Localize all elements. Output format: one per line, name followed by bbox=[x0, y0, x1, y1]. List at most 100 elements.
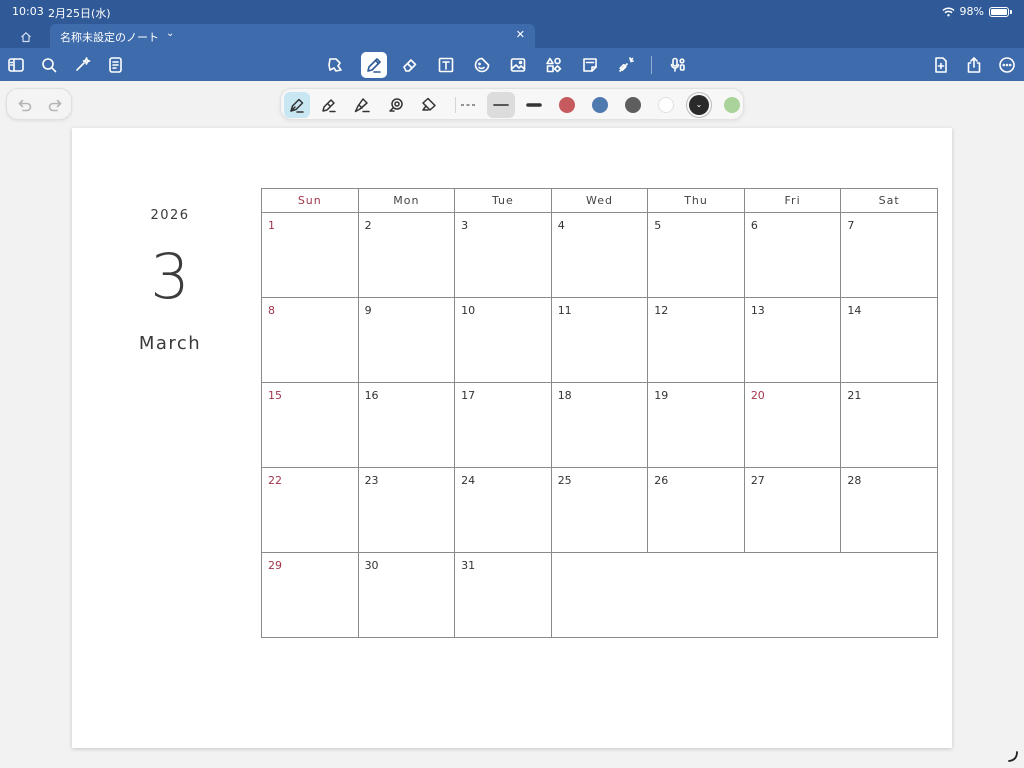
redo-button[interactable] bbox=[45, 95, 65, 115]
battery-tip bbox=[1010, 9, 1012, 14]
ballpoint-pen-tool[interactable] bbox=[316, 92, 342, 118]
color-swatch-red[interactable] bbox=[559, 97, 575, 113]
week-row: 1 2 3 4 5 6 7 bbox=[261, 212, 938, 298]
more-button[interactable] bbox=[994, 52, 1020, 78]
calendar-year: 2026 bbox=[150, 208, 190, 223]
day-cell: 21 bbox=[840, 382, 938, 468]
day-cell: 18 bbox=[550, 382, 649, 468]
calendar-month-number: 3 bbox=[150, 240, 190, 313]
thin-line-option[interactable] bbox=[487, 92, 515, 118]
ai-assist-button[interactable] bbox=[70, 52, 96, 78]
color-swatch-white[interactable] bbox=[658, 97, 674, 113]
undo-button[interactable] bbox=[15, 95, 35, 115]
document-tab-title: 名称未設定のノート bbox=[60, 31, 159, 44]
sidebar-icon bbox=[8, 58, 24, 72]
day-cell: 23 bbox=[357, 467, 456, 553]
week-row: 29 30 31 bbox=[261, 552, 939, 638]
notebook-page[interactable]: 2026 3 March Sun Mon Tue Wed Thu Fri Sat… bbox=[72, 128, 952, 748]
weekday-header: Mon bbox=[357, 188, 456, 213]
weekday-header: Sat bbox=[840, 188, 938, 213]
ballpoint-pen-icon bbox=[322, 99, 336, 113]
search-button[interactable] bbox=[36, 52, 62, 78]
textbox-icon bbox=[438, 57, 454, 73]
eraser-button[interactable] bbox=[397, 52, 423, 78]
thin-line-icon bbox=[493, 104, 509, 106]
brush-pen-icon bbox=[354, 98, 370, 113]
day-cell: 19 bbox=[647, 382, 745, 468]
pen-button[interactable] bbox=[361, 52, 387, 78]
day-cell: 2 bbox=[357, 212, 456, 298]
laser-pointer-icon bbox=[619, 57, 634, 72]
lasso-icon bbox=[328, 58, 342, 72]
day-cell: 13 bbox=[743, 297, 842, 383]
day-cell: 11 bbox=[550, 297, 649, 383]
audio-record-button[interactable] bbox=[660, 52, 698, 78]
weekday-header: Thu bbox=[647, 188, 745, 213]
textbox-button[interactable] bbox=[433, 52, 459, 78]
search-icon bbox=[42, 58, 57, 73]
chevron-down-icon: ⌄ bbox=[695, 100, 703, 109]
calendar-month-name: March bbox=[138, 333, 202, 354]
home-tab[interactable] bbox=[12, 28, 40, 46]
share-button[interactable] bbox=[961, 52, 987, 78]
color-swatch-blue[interactable] bbox=[592, 97, 608, 113]
day-cell: 10 bbox=[454, 297, 552, 383]
doc-list-icon bbox=[109, 57, 122, 73]
sticky-note-button[interactable] bbox=[577, 52, 603, 78]
tape-tool[interactable] bbox=[416, 92, 442, 118]
pen-icon bbox=[367, 58, 381, 73]
mic-icon bbox=[670, 57, 685, 72]
add-page-button[interactable] bbox=[928, 52, 954, 78]
laser-pointer-button[interactable] bbox=[613, 52, 639, 78]
week-row: 22 23 24 25 26 27 28 bbox=[261, 467, 938, 553]
sticker-button[interactable] bbox=[469, 52, 495, 78]
day-cell: 7 bbox=[840, 212, 938, 298]
lasso-button[interactable] bbox=[322, 52, 348, 78]
weekday-header: Wed bbox=[550, 188, 649, 213]
brush-pen-tool[interactable] bbox=[349, 92, 375, 118]
day-cell: 30 bbox=[357, 552, 456, 638]
day-cell: 15 bbox=[261, 382, 359, 468]
day-cell: 29 bbox=[261, 552, 359, 638]
document-tab[interactable]: 名称未設定のノート ⌄ ✕ bbox=[50, 24, 535, 48]
day-cell: 6 bbox=[743, 212, 842, 298]
status-time: 10:03 bbox=[12, 5, 44, 18]
fountain-pen-tool[interactable] bbox=[284, 92, 310, 118]
day-cell: 25 bbox=[550, 467, 649, 553]
lasso-icon bbox=[389, 98, 403, 112]
day-cell: 8 bbox=[261, 297, 359, 383]
doc-list-button[interactable] bbox=[103, 52, 129, 78]
day-cell: 16 bbox=[357, 382, 456, 468]
undo-redo-group bbox=[6, 88, 72, 120]
app-header: 10:03 2月25日(水) 98% 名称未設定のノート ⌄ ✕ bbox=[0, 0, 1024, 81]
day-cell: 22 bbox=[261, 467, 359, 553]
color-swatch-gray[interactable] bbox=[625, 97, 641, 113]
ai-sparkle-icon bbox=[76, 57, 91, 71]
shapes-icon bbox=[546, 57, 562, 73]
thick-line-icon bbox=[526, 103, 542, 107]
week-row: 8 9 10 11 12 13 14 bbox=[261, 297, 938, 383]
day-cell: 17 bbox=[454, 382, 552, 468]
close-icon[interactable]: ✕ bbox=[516, 28, 525, 41]
shapes-button[interactable] bbox=[541, 52, 567, 78]
color-swatch-black[interactable]: ⌄ bbox=[689, 95, 709, 115]
status-date: 2月25日(水) bbox=[48, 7, 111, 20]
status-right: 98% bbox=[942, 5, 1012, 18]
chevron-down-icon[interactable]: ⌄ bbox=[166, 28, 174, 39]
add-page-icon bbox=[935, 57, 947, 73]
color-swatch-green[interactable] bbox=[724, 97, 740, 113]
battery-percent: 98% bbox=[959, 5, 984, 18]
day-cell: 9 bbox=[357, 297, 456, 383]
sidebar-button[interactable] bbox=[3, 52, 29, 78]
day-cell: 4 bbox=[550, 212, 649, 298]
tab-row: 名称未設定のノート ⌄ ✕ bbox=[0, 24, 1024, 48]
thick-line-option[interactable] bbox=[520, 92, 548, 118]
day-cell-holiday: 20 bbox=[743, 382, 842, 468]
day-cell: 5 bbox=[647, 212, 745, 298]
fountain-pen-icon bbox=[290, 98, 304, 113]
share-icon bbox=[967, 57, 981, 73]
lasso-tool[interactable] bbox=[383, 92, 409, 118]
day-cell: 26 bbox=[647, 467, 745, 553]
image-button[interactable] bbox=[505, 52, 531, 78]
dashed-line-option[interactable] bbox=[454, 92, 482, 118]
